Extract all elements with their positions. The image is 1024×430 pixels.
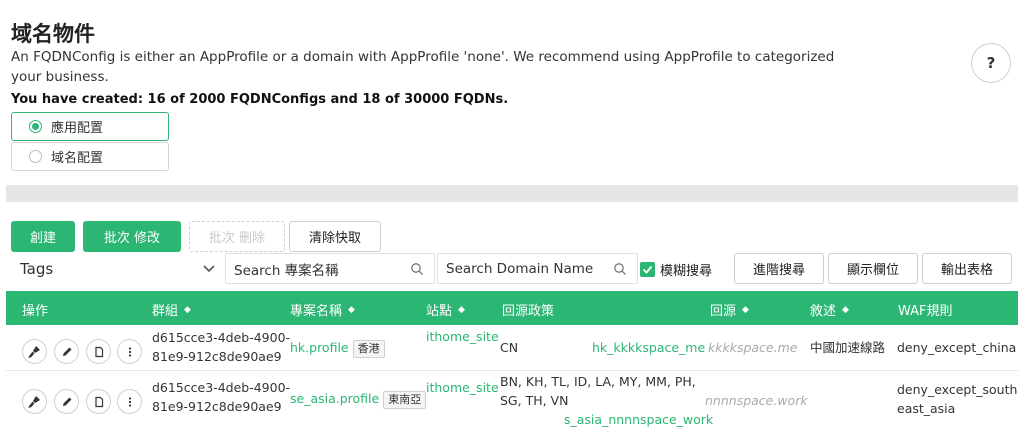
- origin-value: kkkkspace.me: [708, 340, 798, 355]
- col-group-header[interactable]: 群組 ◆: [152, 300, 191, 319]
- table-row: d615cce3-4deb-4900- 81e9-912c8de90ae9 se…: [0, 371, 1024, 430]
- site-link[interactable]: ithome_site: [426, 327, 499, 346]
- fuzzy-search-label: 模糊搜尋: [660, 264, 713, 279]
- checkbox-checked-icon: [640, 262, 655, 277]
- copy-icon[interactable]: [86, 389, 111, 414]
- tags-select-label[interactable]: Tags: [20, 260, 53, 278]
- more-icon[interactable]: [117, 339, 142, 364]
- usage-summary: You have created: 16 of 2000 FQDNConfigs…: [11, 92, 509, 107]
- col-origin-header[interactable]: 回源 ◆: [710, 300, 749, 319]
- radio-app-profile-label: 應用配置: [51, 121, 104, 136]
- radio-domain-config[interactable]: 域名配置: [11, 142, 169, 171]
- col-policy-header: 回源政策: [502, 304, 555, 319]
- sort-icon[interactable]: ◆: [348, 305, 355, 315]
- policy-link[interactable]: hk_kkkkspace_me: [592, 338, 705, 357]
- brush-icon[interactable]: [22, 389, 47, 414]
- policy-link[interactable]: s_asia_nnnnspace_work: [564, 410, 713, 429]
- clear-cache-button[interactable]: 清除快取: [289, 221, 381, 252]
- table-row: d615cce3-4deb-4900- 81e9-912c8de90ae9 hk…: [0, 325, 1024, 370]
- edit-icon[interactable]: [54, 339, 79, 364]
- divider-bar: [6, 185, 1018, 202]
- group-id: d615cce3-4deb-4900- 81e9-912c8de90ae9: [152, 330, 291, 364]
- col-project-header[interactable]: 專案名稱 ◆: [290, 300, 355, 319]
- waf-rule-value: deny_except_south east_asia: [897, 382, 1018, 416]
- search-project-placeholder: Search 專案名稱: [234, 262, 339, 279]
- project-cell: se_asia.profile 東南亞: [290, 389, 427, 409]
- sort-icon[interactable]: ◆: [184, 305, 191, 315]
- sort-icon[interactable]: ◆: [458, 305, 465, 315]
- edit-icon[interactable]: [54, 389, 79, 414]
- project-link[interactable]: hk.profile: [290, 340, 349, 355]
- region-badge: 香港: [352, 339, 385, 358]
- brush-icon[interactable]: [22, 339, 47, 364]
- page-title: 域名物件: [11, 22, 95, 46]
- batch-edit-button[interactable]: 批次 修改: [83, 221, 181, 252]
- sort-icon[interactable]: ◆: [842, 305, 849, 315]
- search-domain-input[interactable]: Search Domain Name: [437, 253, 638, 284]
- search-icon: [614, 263, 626, 275]
- group-id: d615cce3-4deb-4900- 81e9-912c8de90ae9: [152, 380, 291, 414]
- copy-icon[interactable]: [86, 339, 111, 364]
- origin-value: nnnnspace.work: [705, 393, 808, 408]
- policy-regions: BN, KH, TL, ID, LA, MY, MM, PH, SG, TH, …: [500, 374, 696, 408]
- search-icon: [411, 263, 423, 275]
- col-description-header[interactable]: 敘述 ◆: [810, 300, 849, 319]
- export-table-button[interactable]: 輸出表格: [922, 253, 1012, 284]
- radio-app-profile[interactable]: 應用配置: [11, 112, 169, 141]
- radio-unselected-icon: [29, 150, 42, 163]
- table-header: 操作 群組 ◆ 專案名稱 ◆ 站點 ◆ 回源政策 回源 ◆ 敘述 ◆ WAF規則: [6, 291, 1018, 325]
- show-columns-button[interactable]: 顯示欄位: [828, 253, 918, 284]
- batch-delete-button[interactable]: 批次 刪除: [189, 221, 285, 252]
- page-description: An FQDNConfig is either an AppProfile or…: [11, 49, 835, 85]
- search-domain-placeholder: Search Domain Name: [446, 260, 594, 277]
- waf-rule-value: deny_except_china: [897, 340, 1017, 355]
- more-icon[interactable]: [117, 389, 142, 414]
- help-button[interactable]: ?: [971, 43, 1011, 83]
- col-waf-header: WAF規則: [898, 304, 953, 319]
- search-project-input[interactable]: Search 專案名稱: [225, 253, 435, 284]
- region-badge: 東南亞: [383, 390, 427, 409]
- sort-icon[interactable]: ◆: [742, 305, 749, 315]
- advanced-search-button[interactable]: 進階搜尋: [734, 253, 824, 284]
- fuzzy-search-checkbox[interactable]: 模糊搜尋: [640, 260, 712, 279]
- radio-domain-config-label: 域名配置: [51, 151, 104, 166]
- description-value: 中國加速線路: [810, 340, 886, 355]
- policy-regions: CN: [500, 340, 519, 355]
- project-cell: hk.profile 香港: [290, 338, 385, 358]
- col-actions-header: 操作: [22, 304, 49, 319]
- col-site-header[interactable]: 站點 ◆: [426, 300, 465, 319]
- create-button[interactable]: 創建: [11, 221, 75, 252]
- radio-selected-icon: [29, 120, 42, 133]
- project-link[interactable]: se_asia.profile: [290, 391, 379, 406]
- site-link[interactable]: ithome_site: [426, 378, 499, 397]
- chevron-down-icon[interactable]: [202, 262, 216, 276]
